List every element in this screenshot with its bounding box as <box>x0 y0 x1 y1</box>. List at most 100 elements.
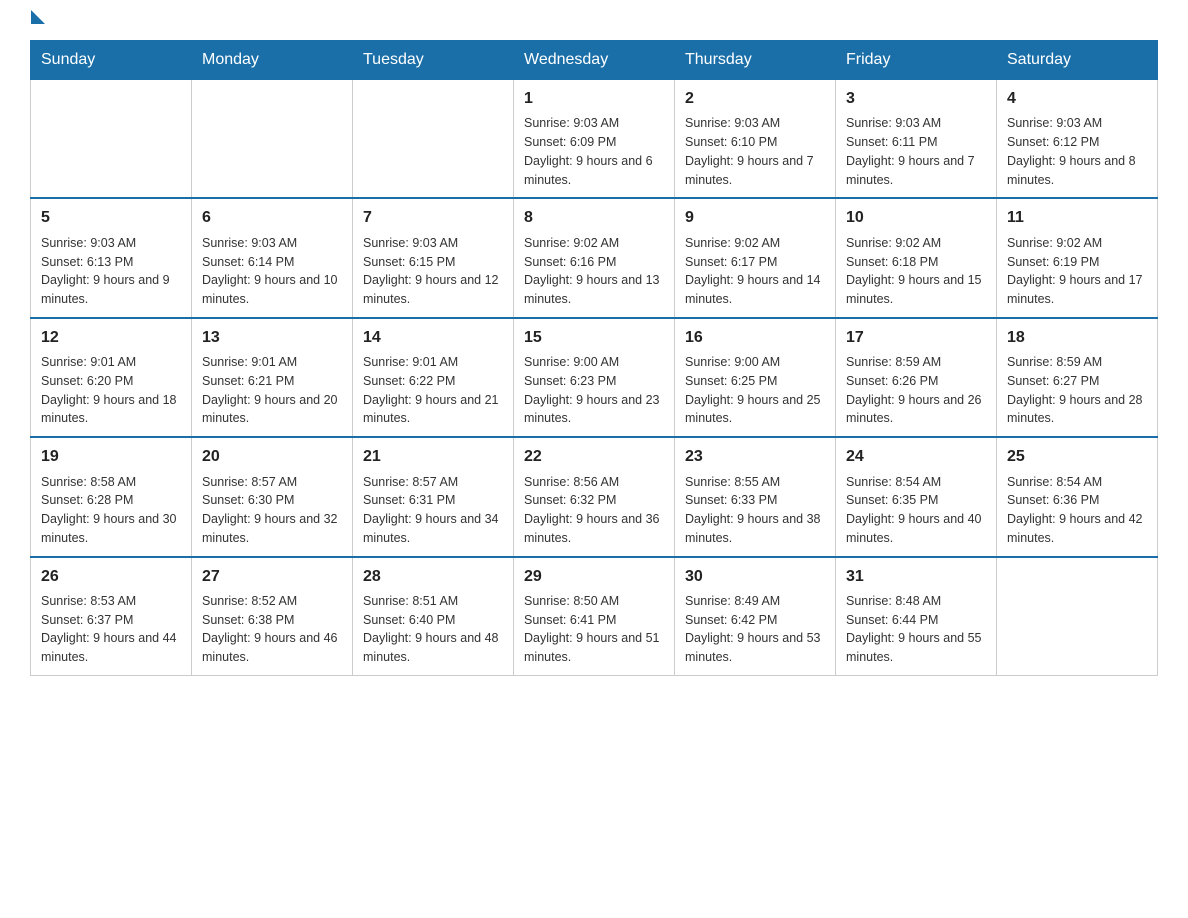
calendar-cell: 12Sunrise: 9:01 AM Sunset: 6:20 PM Dayli… <box>31 318 192 437</box>
day-info: Sunrise: 9:03 AM Sunset: 6:14 PM Dayligh… <box>202 234 342 309</box>
day-of-week-header: Thursday <box>675 41 836 80</box>
day-info: Sunrise: 9:03 AM Sunset: 6:10 PM Dayligh… <box>685 114 825 189</box>
day-info: Sunrise: 9:00 AM Sunset: 6:23 PM Dayligh… <box>524 353 664 428</box>
calendar-table: SundayMondayTuesdayWednesdayThursdayFrid… <box>30 40 1158 676</box>
calendar-cell: 2 Sunrise: 9:03 AM Sunset: 6:10 PM Daylig… <box>675 80 836 199</box>
day-number: 31 <box>846 566 986 588</box>
logo-arrow-icon <box>31 10 45 24</box>
day-number: 2 <box>685 88 825 110</box>
day-of-week-header: Friday <box>836 41 997 80</box>
day-info: Sunrise: 8:57 AM Sunset: 6:31 PM Dayligh… <box>363 473 503 548</box>
calendar-cell: 3 Sunrise: 9:03 AM Sunset: 6:11 PM Daylig… <box>836 80 997 199</box>
day-info: Sunrise: 9:01 AM Sunset: 6:20 PM Dayligh… <box>41 353 181 428</box>
calendar-cell: 31 Sunrise: 8:48 AM Sunset: 6:44 PM Dayli… <box>836 557 997 676</box>
day-number: 19 <box>41 446 181 468</box>
calendar-cell: 24 Sunrise: 8:54 AM Sunset: 6:35 PM Dayli… <box>836 437 997 556</box>
calendar-cell: 16 Sunrise: 9:00 AM Sunset: 6:25 PM Dayli… <box>675 318 836 437</box>
day-number: 1 <box>524 88 664 110</box>
page-header <box>30 20 1158 24</box>
day-info: Sunrise: 8:50 AM Sunset: 6:41 PM Dayligh… <box>524 592 664 667</box>
calendar-cell <box>997 557 1158 676</box>
day-info: Sunrise: 8:54 AM Sunset: 6:36 PM Dayligh… <box>1007 473 1147 548</box>
calendar-cell: 14 Sunrise: 9:01 AM Sunset: 6:22 PM Dayli… <box>353 318 514 437</box>
day-info: Sunrise: 8:57 AM Sunset: 6:30 PM Dayligh… <box>202 473 342 548</box>
day-number: 9 <box>685 207 825 229</box>
calendar-cell: 21 Sunrise: 8:57 AM Sunset: 6:31 PM Dayli… <box>353 437 514 556</box>
calendar-cell: 1 Sunrise: 9:03 AM Sunset: 6:09 PM Daylig… <box>514 80 675 199</box>
day-number: 11 <box>1007 207 1147 229</box>
day-of-week-header: Monday <box>192 41 353 80</box>
calendar-cell: 28 Sunrise: 8:51 AM Sunset: 6:40 PM Dayli… <box>353 557 514 676</box>
calendar-header-row: SundayMondayTuesdayWednesdayThursdayFrid… <box>31 41 1158 80</box>
day-number: 30 <box>685 566 825 588</box>
day-number: 17 <box>846 327 986 349</box>
day-number: 3 <box>846 88 986 110</box>
day-number: 10 <box>846 207 986 229</box>
calendar-cell: 8Sunrise: 9:02 AM Sunset: 6:16 PM Daylig… <box>514 198 675 317</box>
day-number: 28 <box>363 566 503 588</box>
day-number: 25 <box>1007 446 1147 468</box>
day-number: 5 <box>41 207 181 229</box>
day-info: Sunrise: 8:56 AM Sunset: 6:32 PM Dayligh… <box>524 473 664 548</box>
day-number: 16 <box>685 327 825 349</box>
calendar-cell: 5 Sunrise: 9:03 AM Sunset: 6:13 PM Daylig… <box>31 198 192 317</box>
calendar-cell: 9 Sunrise: 9:02 AM Sunset: 6:17 PM Daylig… <box>675 198 836 317</box>
day-info: Sunrise: 9:02 AM Sunset: 6:16 PM Dayligh… <box>524 234 664 309</box>
day-info: Sunrise: 9:03 AM Sunset: 6:13 PM Dayligh… <box>41 234 181 309</box>
calendar-cell <box>192 80 353 199</box>
day-number: 26 <box>41 566 181 588</box>
day-info: Sunrise: 9:03 AM Sunset: 6:12 PM Dayligh… <box>1007 114 1147 189</box>
calendar-week-row: 1 Sunrise: 9:03 AM Sunset: 6:09 PM Daylig… <box>31 80 1158 199</box>
calendar-cell: 20 Sunrise: 8:57 AM Sunset: 6:30 PM Dayli… <box>192 437 353 556</box>
day-number: 14 <box>363 327 503 349</box>
calendar-cell: 18 Sunrise: 8:59 AM Sunset: 6:27 PM Dayli… <box>997 318 1158 437</box>
day-info: Sunrise: 9:01 AM Sunset: 6:22 PM Dayligh… <box>363 353 503 428</box>
day-info: Sunrise: 8:55 AM Sunset: 6:33 PM Dayligh… <box>685 473 825 548</box>
day-number: 18 <box>1007 327 1147 349</box>
calendar-cell: 7 Sunrise: 9:03 AM Sunset: 6:15 PM Daylig… <box>353 198 514 317</box>
calendar-cell: 6 Sunrise: 9:03 AM Sunset: 6:14 PM Daylig… <box>192 198 353 317</box>
day-number: 24 <box>846 446 986 468</box>
day-info: Sunrise: 8:59 AM Sunset: 6:26 PM Dayligh… <box>846 353 986 428</box>
calendar-cell: 4 Sunrise: 9:03 AM Sunset: 6:12 PM Daylig… <box>997 80 1158 199</box>
calendar-cell <box>31 80 192 199</box>
day-info: Sunrise: 9:03 AM Sunset: 6:09 PM Dayligh… <box>524 114 664 189</box>
day-number: 29 <box>524 566 664 588</box>
day-number: 4 <box>1007 88 1147 110</box>
calendar-cell: 15 Sunrise: 9:00 AM Sunset: 6:23 PM Dayli… <box>514 318 675 437</box>
day-number: 15 <box>524 327 664 349</box>
day-number: 21 <box>363 446 503 468</box>
day-info: Sunrise: 9:03 AM Sunset: 6:11 PM Dayligh… <box>846 114 986 189</box>
day-number: 20 <box>202 446 342 468</box>
calendar-week-row: 5 Sunrise: 9:03 AM Sunset: 6:13 PM Daylig… <box>31 198 1158 317</box>
calendar-cell: 19 Sunrise: 8:58 AM Sunset: 6:28 PM Dayli… <box>31 437 192 556</box>
calendar-cell: 30 Sunrise: 8:49 AM Sunset: 6:42 PM Dayli… <box>675 557 836 676</box>
day-of-week-header: Sunday <box>31 41 192 80</box>
day-info: Sunrise: 8:49 AM Sunset: 6:42 PM Dayligh… <box>685 592 825 667</box>
day-number: 13 <box>202 327 342 349</box>
calendar-cell: 27Sunrise: 8:52 AM Sunset: 6:38 PM Dayli… <box>192 557 353 676</box>
calendar-cell: 29 Sunrise: 8:50 AM Sunset: 6:41 PM Dayli… <box>514 557 675 676</box>
day-info: Sunrise: 8:59 AM Sunset: 6:27 PM Dayligh… <box>1007 353 1147 428</box>
day-number: 27 <box>202 566 342 588</box>
calendar-cell: 23Sunrise: 8:55 AM Sunset: 6:33 PM Dayli… <box>675 437 836 556</box>
day-info: Sunrise: 9:00 AM Sunset: 6:25 PM Dayligh… <box>685 353 825 428</box>
day-info: Sunrise: 9:03 AM Sunset: 6:15 PM Dayligh… <box>363 234 503 309</box>
day-info: Sunrise: 9:02 AM Sunset: 6:17 PM Dayligh… <box>685 234 825 309</box>
day-number: 7 <box>363 207 503 229</box>
day-info: Sunrise: 8:48 AM Sunset: 6:44 PM Dayligh… <box>846 592 986 667</box>
calendar-week-row: 12Sunrise: 9:01 AM Sunset: 6:20 PM Dayli… <box>31 318 1158 437</box>
calendar-cell: 17 Sunrise: 8:59 AM Sunset: 6:26 PM Dayli… <box>836 318 997 437</box>
calendar-cell: 26 Sunrise: 8:53 AM Sunset: 6:37 PM Dayli… <box>31 557 192 676</box>
day-info: Sunrise: 8:51 AM Sunset: 6:40 PM Dayligh… <box>363 592 503 667</box>
day-info: Sunrise: 8:58 AM Sunset: 6:28 PM Dayligh… <box>41 473 181 548</box>
day-info: Sunrise: 8:54 AM Sunset: 6:35 PM Dayligh… <box>846 473 986 548</box>
day-number: 6 <box>202 207 342 229</box>
calendar-cell: 10Sunrise: 9:02 AM Sunset: 6:18 PM Dayli… <box>836 198 997 317</box>
calendar-week-row: 19 Sunrise: 8:58 AM Sunset: 6:28 PM Dayli… <box>31 437 1158 556</box>
day-info: Sunrise: 9:01 AM Sunset: 6:21 PM Dayligh… <box>202 353 342 428</box>
day-of-week-header: Saturday <box>997 41 1158 80</box>
day-info: Sunrise: 8:53 AM Sunset: 6:37 PM Dayligh… <box>41 592 181 667</box>
day-info: Sunrise: 9:02 AM Sunset: 6:19 PM Dayligh… <box>1007 234 1147 309</box>
day-of-week-header: Tuesday <box>353 41 514 80</box>
